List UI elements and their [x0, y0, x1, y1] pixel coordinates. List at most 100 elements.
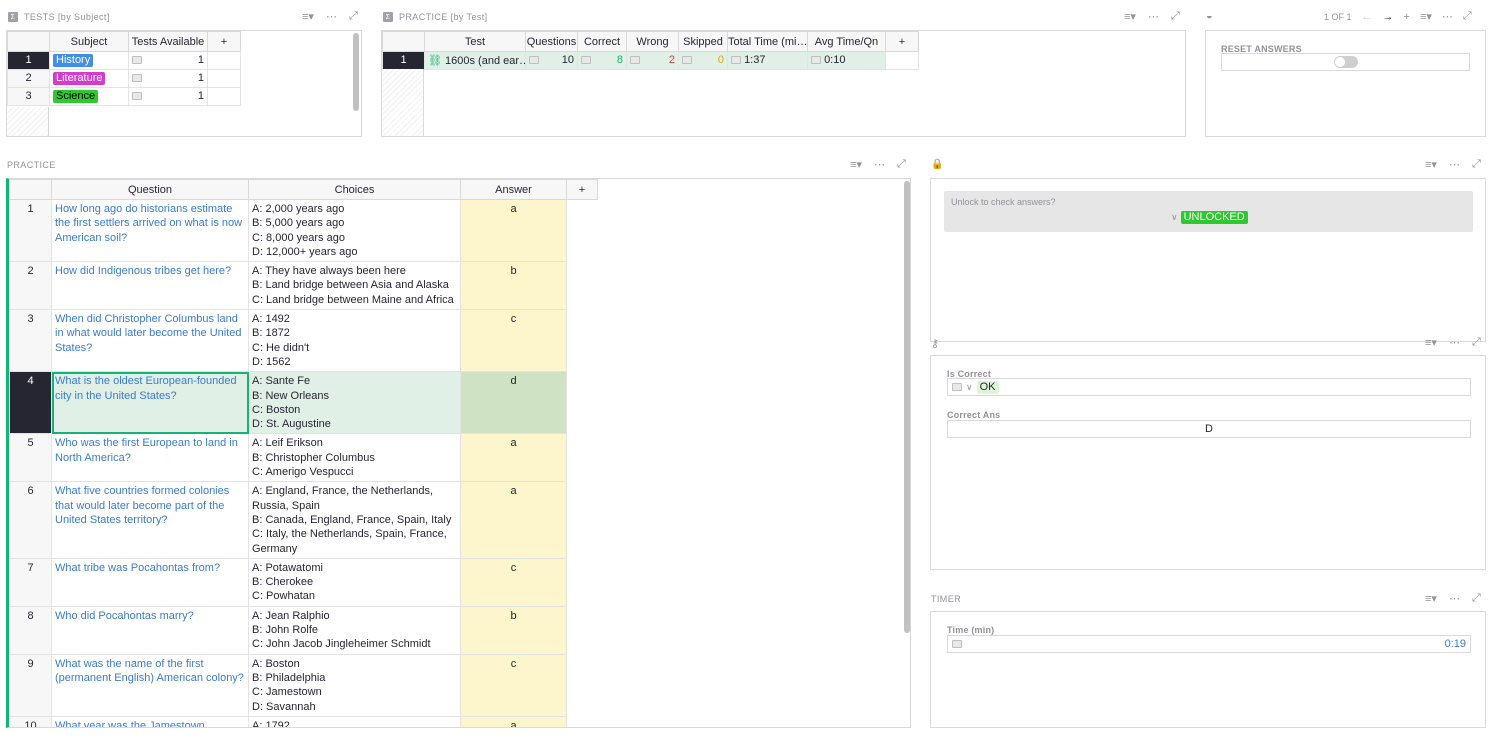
table-row[interactable]: 2 How did Indigenous tribes get here? A: T…: [9, 261, 598, 311]
more-options-icon[interactable]: ⋯: [1449, 592, 1460, 605]
question-cell[interactable]: How did Indigenous tribes get here?: [51, 261, 249, 311]
is-correct-field[interactable]: ∨ OK: [947, 378, 1471, 396]
skipped-cell[interactable]: 0: [678, 51, 728, 70]
sort-filter-icon[interactable]: ≡▾: [1425, 336, 1437, 349]
column-header[interactable]: Avg Time/Qn: [807, 31, 886, 52]
questions-cell[interactable]: 10: [525, 51, 578, 70]
row-number[interactable]: 2: [9, 261, 52, 311]
table-row[interactable]: 4 What is the oldest European-founded cit…: [9, 371, 598, 435]
question-cell[interactable]: What five countries formed colonies that…: [51, 481, 249, 559]
column-header[interactable]: Choices: [248, 179, 461, 200]
choices-cell[interactable]: A: Leif Erikson B: Christopher Columbus C:…: [248, 433, 461, 483]
wrong-cell[interactable]: 2: [626, 51, 679, 70]
answer-cell[interactable]: c: [460, 653, 567, 717]
table-row[interactable]: 2 Literature 1: [7, 69, 241, 88]
sort-filter-icon[interactable]: ≡▾: [302, 10, 314, 23]
more-options-icon[interactable]: ⋯: [874, 158, 885, 171]
table-row[interactable]: 3 When did Christopher Columbus land in w…: [9, 309, 598, 373]
expand-icon[interactable]: ⤢: [897, 158, 906, 171]
add-column-button[interactable]: +: [885, 31, 919, 52]
row-number[interactable]: 9: [9, 653, 52, 717]
question-cell[interactable]: What was the name of the first (permanen…: [51, 653, 249, 717]
choices-cell[interactable]: A: England, France, the Netherlands, Rus…: [248, 481, 461, 559]
table-row[interactable]: 9 What was the name of the first (permane…: [9, 653, 598, 717]
count-cell[interactable]: 1: [128, 69, 208, 88]
column-header[interactable]: Question: [51, 179, 249, 200]
choices-cell[interactable]: A: Potawatomi B: Cherokee C: Powhatan: [248, 557, 461, 607]
column-header[interactable]: Subject: [49, 31, 129, 52]
question-cell[interactable]: When did Christopher Columbus land in wh…: [51, 309, 249, 373]
row-number[interactable]: 6: [9, 481, 52, 559]
column-header[interactable]: Total Time (mi…: [727, 31, 808, 52]
table-row[interactable]: 6 What five countries formed colonies tha…: [9, 481, 598, 559]
sort-filter-icon[interactable]: ≡▾: [1425, 592, 1437, 605]
add-column-button[interactable]: +: [207, 31, 241, 52]
column-header[interactable]: Questions: [525, 31, 578, 52]
column-header[interactable]: Tests Available: [128, 31, 208, 52]
choices-cell[interactable]: A: 2,000 years ago B: 5,000 years ago C: 8…: [248, 198, 461, 263]
chevron-down-icon[interactable]: ∨: [1171, 212, 1178, 223]
question-cell[interactable]: Who was the first European to land in No…: [51, 433, 249, 483]
more-options-icon[interactable]: ⋯: [326, 10, 337, 23]
sort-filter-icon[interactable]: ≡▾: [1425, 158, 1437, 171]
scrollbar[interactable]: [904, 181, 910, 633]
correct-ans-field[interactable]: D: [947, 420, 1471, 438]
answer-cell[interactable]: b: [460, 261, 567, 311]
more-options-icon[interactable]: ⋯: [1449, 158, 1460, 171]
sort-filter-icon[interactable]: ≡▾: [1420, 10, 1432, 23]
row-number[interactable]: 8: [9, 605, 52, 655]
prev-record-icon[interactable]: ←: [1362, 11, 1373, 23]
answer-cell[interactable]: a: [460, 481, 567, 559]
subject-cell[interactable]: Science: [49, 87, 129, 106]
expand-icon[interactable]: ⤢: [1472, 592, 1481, 605]
next-record-icon[interactable]: →: [1383, 11, 1394, 23]
add-record-icon[interactable]: +: [1404, 11, 1410, 23]
sort-filter-icon[interactable]: ≡▾: [850, 158, 862, 171]
column-header[interactable]: Answer: [460, 179, 567, 200]
subject-cell[interactable]: History: [49, 51, 129, 70]
expand-icon[interactable]: ⤢: [349, 10, 358, 23]
choices-cell[interactable]: A: They have always been here B: Land bri…: [248, 261, 461, 311]
expand-icon[interactable]: ⤢: [1171, 10, 1180, 23]
expand-icon[interactable]: ⤢: [1472, 336, 1481, 349]
more-options-icon[interactable]: ⋯: [1449, 336, 1460, 349]
row-number[interactable]: 4: [9, 371, 52, 435]
question-cell[interactable]: What tribe was Pocahontas from?: [51, 557, 249, 607]
total-time-cell[interactable]: 1:37: [727, 51, 808, 70]
question-cell[interactable]: How long ago do historians estimate the …: [51, 198, 249, 263]
column-header[interactable]: Test: [424, 31, 526, 52]
answer-cell[interactable]: c: [460, 557, 567, 607]
column-header[interactable]: Correct: [577, 31, 627, 52]
answer-cell[interactable]: a: [460, 433, 567, 483]
more-options-icon[interactable]: ⋯: [1442, 10, 1453, 23]
sort-filter-icon[interactable]: ≡▾: [1124, 10, 1136, 23]
choices-cell[interactable]: A: Sante Fe B: New Orleans C: Boston D: St.…: [248, 371, 461, 435]
table-row[interactable]: 5 Who was the first European to land in N…: [9, 433, 598, 483]
count-cell[interactable]: 1: [128, 87, 208, 106]
scrollbar[interactable]: [353, 33, 359, 111]
table-row[interactable]: 3 Science 1: [7, 87, 241, 106]
correct-cell[interactable]: 8: [577, 51, 627, 70]
more-options-icon[interactable]: ⋯: [1148, 10, 1159, 23]
answer-cell[interactable]: d: [460, 371, 567, 435]
choices-cell[interactable]: A: 1792B: 1607: [248, 715, 461, 727]
add-column-button[interactable]: +: [566, 179, 598, 200]
column-header[interactable]: Wrong: [626, 31, 679, 52]
answer-cell[interactable]: a: [460, 715, 567, 727]
answer-cell[interactable]: a: [460, 198, 567, 263]
unlock-field[interactable]: Unlock to check answers? ∨ UNLOCKED: [944, 191, 1473, 232]
reset-answers-toggle[interactable]: [1333, 56, 1358, 68]
expand-icon[interactable]: ⤢: [1463, 10, 1472, 23]
row-number[interactable]: 3: [7, 87, 50, 106]
table-row[interactable]: 7 What tribe was Pocahontas from? A: Potaw…: [9, 557, 598, 607]
table-row[interactable]: 1 History 1: [7, 51, 241, 70]
row-number[interactable]: 1: [7, 51, 50, 70]
test-cell[interactable]: ⛓ 1600s (and ear…: [424, 51, 526, 70]
row-number[interactable]: 3: [9, 309, 52, 373]
table-row[interactable]: 10What year was the Jamestown settlement…: [9, 715, 598, 727]
reset-answers-field[interactable]: [1221, 53, 1470, 71]
time-field[interactable]: 0:19: [947, 635, 1471, 653]
answer-cell[interactable]: c: [460, 309, 567, 373]
row-number[interactable]: 2: [7, 69, 50, 88]
expand-icon[interactable]: ⤢: [1472, 158, 1481, 171]
